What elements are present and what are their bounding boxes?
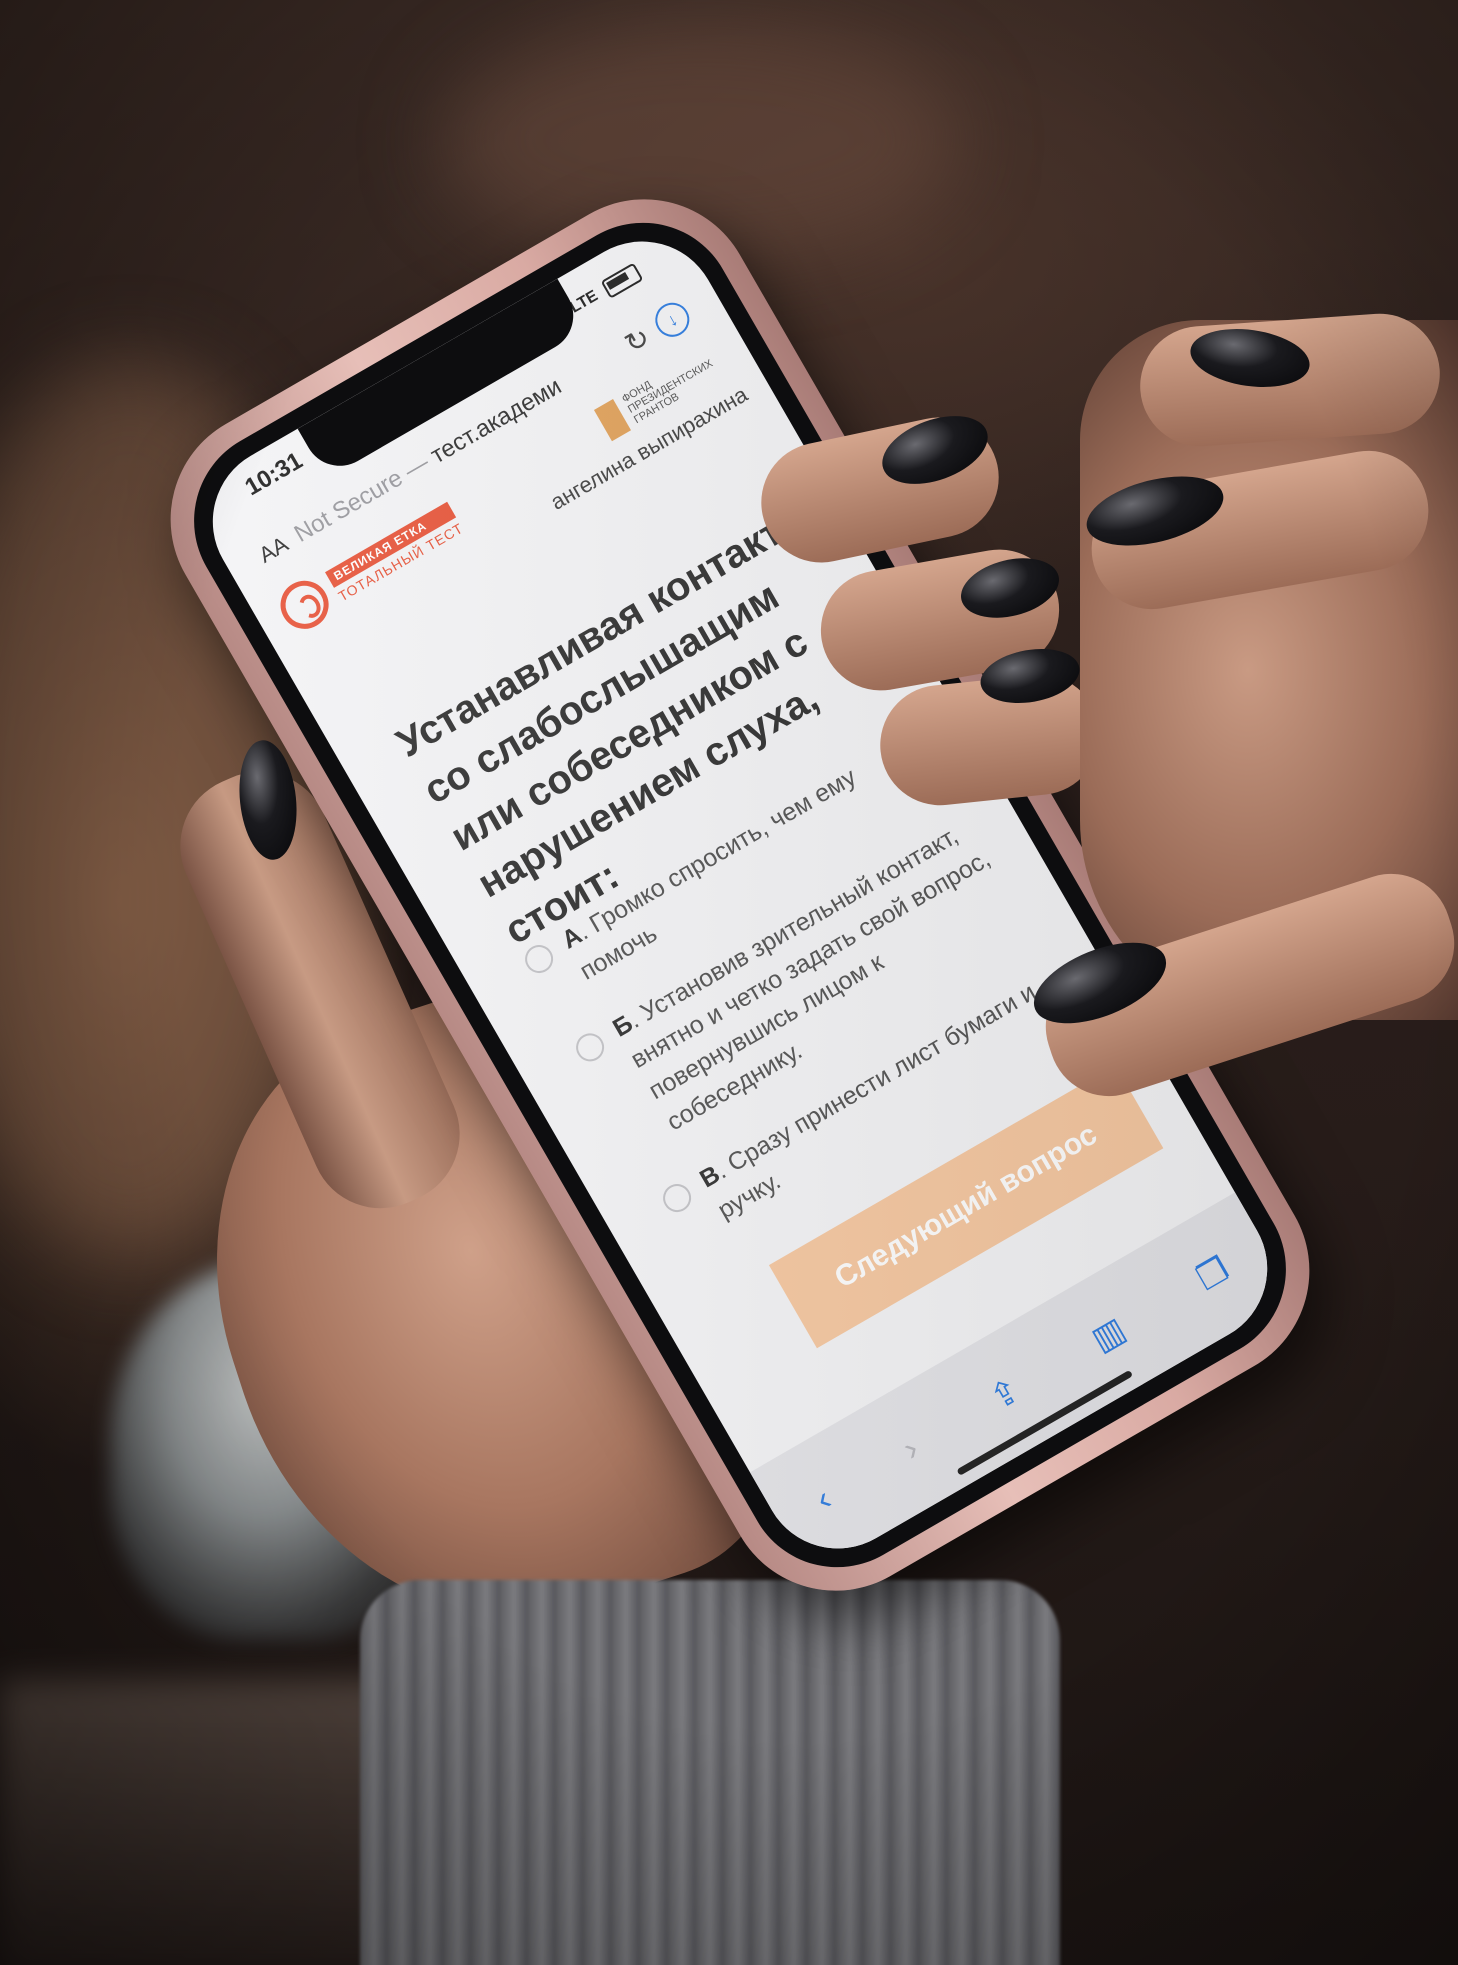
- knit-sweater-cuff: [360, 1580, 1060, 1965]
- url-separator: —: [399, 449, 434, 485]
- radio-button[interactable]: [570, 1028, 610, 1067]
- back-arrow-icon[interactable]: ‹: [809, 1479, 838, 1518]
- text-size-button[interactable]: AA: [254, 531, 292, 568]
- share-icon[interactable]: ⇪: [983, 1370, 1028, 1419]
- photo-scene: 10:31 ▂▄▆ LTE AA Not Secure — тест.акаде…: [0, 0, 1458, 1965]
- download-icon[interactable]: ↓: [649, 296, 696, 343]
- radio-button[interactable]: [657, 1178, 697, 1218]
- forward-arrow-icon[interactable]: ›: [896, 1429, 925, 1468]
- radio-button[interactable]: [519, 939, 559, 979]
- logo-mark-icon: [271, 572, 338, 638]
- book-icon[interactable]: ▥: [1085, 1309, 1133, 1360]
- reload-icon[interactable]: ↻: [619, 320, 656, 360]
- battery-icon: [600, 262, 644, 299]
- tabs-icon[interactable]: ❐: [1190, 1249, 1236, 1299]
